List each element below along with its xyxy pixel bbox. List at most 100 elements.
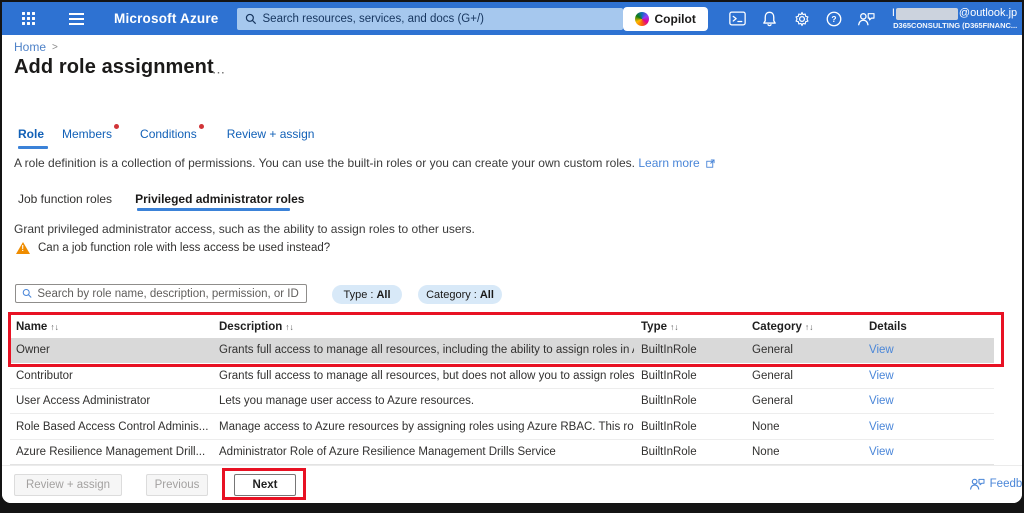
table-row-user-access-administrator[interactable]: User Access Administrator Lets you manag… [10,389,994,414]
hamburger-icon [63,12,90,25]
account-info[interactable]: I @outlook.jp D365CONSULTING (D365FINANC… [892,7,1017,30]
role-type: BuiltInRole [641,421,697,433]
view-details-link[interactable]: View [869,395,894,407]
role-name: User Access Administrator [16,395,151,407]
person-feedback-icon [969,478,985,490]
account-tenant: D365CONSULTING (D365FINANC... [893,20,1018,30]
table-row-owner[interactable]: Owner Grants full access to manage all r… [10,338,994,363]
title-context-menu-button[interactable]: ⋯ [212,65,226,81]
search-icon [245,13,256,24]
role-category: General [752,344,793,356]
role-description: Grants full access to manage all resourc… [219,370,634,382]
view-details-link[interactable]: View [869,370,894,382]
page-title: Add role assignment [14,56,214,78]
role-category: General [752,370,793,382]
tab-role[interactable]: Role [18,127,44,141]
azure-top-bar: Microsoft Azure Copilot [2,2,1022,35]
copilot-icon [634,11,649,26]
copilot-button[interactable]: Copilot [622,6,708,31]
column-header-category[interactable]: Category ↑↓ [752,321,813,333]
role-search-box[interactable] [15,284,307,303]
breadcrumb-chevron-icon: > [52,41,58,53]
person-feedback-icon [857,12,875,25]
role-category: None [752,446,780,458]
breadcrumb: Home > [14,40,58,54]
role-description: Lets you manage user access to Azure res… [219,395,475,407]
category-filter-pill[interactable]: Category : All [418,285,502,304]
role-type: BuiltInRole [641,344,697,356]
next-button[interactable]: Next [234,474,296,496]
redacted-email-blur [895,7,958,20]
role-description: Manage access to Azure resources by assi… [219,421,634,433]
app-launcher-button[interactable] [2,2,45,35]
role-category: General [752,395,793,407]
cloud-shell-button[interactable] [722,2,754,35]
column-header-type[interactable]: Type ↑↓ [641,321,679,333]
role-name: Azure Resilience Management Drill... [16,446,206,458]
azure-portal-window: Microsoft Azure Copilot [2,2,1022,503]
breadcrumb-home-link[interactable]: Home [14,40,46,54]
table-row-contributor[interactable]: Contributor Grants full access to manage… [10,364,994,389]
notifications-button[interactable] [754,2,786,35]
table-row-rbac-administrator[interactable]: Role Based Access Control Adminis... Man… [10,415,994,440]
gear-icon [795,11,809,26]
sort-icon: ↑↓ [50,321,59,332]
help-icon: ? [826,11,842,26]
role-search-input[interactable] [37,287,300,300]
active-subtab-underline [137,208,290,211]
column-header-description[interactable]: Description ↑↓ [219,321,294,333]
previous-button[interactable]: Previous [146,474,208,496]
role-description: Administrator Role of Azure Resilience M… [219,446,556,458]
azure-brand-title[interactable]: Microsoft Azure [114,11,219,26]
blade-content: Home > Add role assignment ⋯ ✕ Role Memb… [2,35,1022,465]
active-tab-underline [18,146,48,149]
role-name: Contributor [16,370,73,382]
search-icon [22,289,32,298]
roles-table-header: Name ↑↓ Description ↑↓ Type ↑↓ Category ↑↓ D… [10,315,994,338]
subtab-job-function-roles[interactable]: Job function roles [18,192,112,206]
column-header-name[interactable]: Name ↑↓ [16,321,59,333]
cloud-shell-icon [729,11,747,26]
settings-button[interactable] [786,2,818,35]
external-link-icon [706,157,715,171]
members-alert-dot [114,124,120,129]
global-search-input[interactable] [262,12,615,25]
view-details-link[interactable]: View [869,421,894,433]
subtab-privileged-administrator-roles[interactable]: Privileged administrator roles [135,192,304,206]
portal-menu-button[interactable] [45,2,94,35]
role-name: Owner [16,344,50,356]
type-filter-pill[interactable]: Type : All [332,285,402,304]
conditions-alert-dot [198,124,204,129]
copilot-label: Copilot [654,11,696,26]
view-details-link[interactable]: View [869,446,894,458]
tab-conditions[interactable]: Conditions [140,124,204,141]
role-name: Role Based Access Control Adminis... [16,421,209,433]
bell-icon [763,11,777,26]
role-type: BuiltInRole [641,370,697,382]
feedback-topbar-button[interactable] [850,2,882,35]
review-assign-button[interactable]: Review + assign [14,474,122,496]
role-type-subtabs: Job function roles Privileged administra… [18,192,304,206]
warning-message: Can a job function role with less access… [16,242,330,254]
table-row-azure-resilience[interactable]: Azure Resilience Management Drill... Adm… [10,440,994,465]
blade-footer: Review + assign Previous Next Feedback [2,465,1022,503]
role-category: None [752,421,780,433]
help-button[interactable]: ? [818,2,850,35]
tab-review-assign[interactable]: Review + assign [227,127,315,141]
learn-more-link[interactable]: Learn more [638,156,699,170]
privileged-access-description: Grant privileged administrator access, s… [14,222,475,236]
global-search-box[interactable] [236,7,623,30]
role-type: BuiltInRole [641,446,697,458]
feedback-label: Feedback [989,478,1022,490]
feedback-link[interactable]: Feedback [969,477,1022,491]
account-email: I @outlook.jp [891,6,1018,20]
sort-icon: ↑↓ [285,321,294,332]
tab-members[interactable]: Members [62,124,120,141]
role-definition-description: A role definition is a collection of per… [14,156,715,171]
role-type: BuiltInRole [641,395,697,407]
column-header-details: Details [869,320,907,333]
svg-text:?: ? [831,14,836,24]
view-details-link[interactable]: View [869,344,894,356]
topbar-right-group: Copilot ? I @outlook.jp D365CONSULTING (… [622,2,1022,35]
sort-icon: ↑↓ [804,321,814,332]
